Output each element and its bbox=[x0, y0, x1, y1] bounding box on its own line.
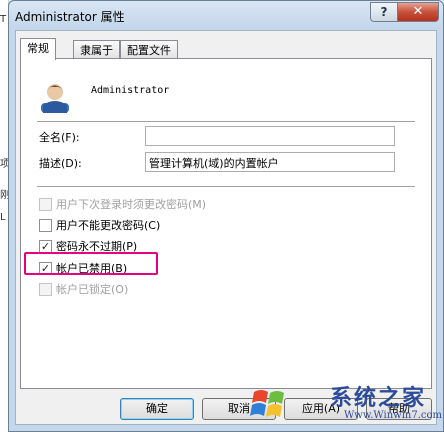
tab-member-of[interactable]: 隶属于 bbox=[73, 40, 120, 58]
general-tab-panel: Administrator 全名(F): 描述(D): 管理计算机(域)的内置帐… bbox=[20, 58, 432, 389]
properties-dialog: Administrator 属性 ? ✕ 常规 隶属于 配置文件 Adminis… bbox=[8, 0, 444, 432]
divider bbox=[37, 121, 415, 123]
checkbox-label: 帐户已锁定(O) bbox=[56, 283, 129, 296]
fullname-input[interactable] bbox=[145, 126, 395, 146]
background-text: T bbox=[0, 14, 7, 25]
checkbox-label: 用户下次登录时须更改密码(M) bbox=[56, 198, 207, 211]
tab-profile[interactable]: 配置文件 bbox=[120, 40, 178, 58]
tab-general[interactable]: 常规 bbox=[20, 38, 56, 60]
windows-logo-icon bbox=[250, 390, 284, 417]
watermark-url: Www.Winwin7.com bbox=[344, 410, 442, 421]
description-label: 描述(D): bbox=[39, 157, 82, 170]
title-bar[interactable]: Administrator 属性 ? ✕ bbox=[9, 1, 443, 29]
checkbox-label: 用户不能更改密码(C) bbox=[56, 219, 161, 232]
must-change-password-checkbox[interactable]: 用户下次登录时须更改密码(M) bbox=[39, 196, 206, 212]
ok-button[interactable]: 确定 bbox=[120, 398, 194, 420]
checkbox-box[interactable] bbox=[39, 282, 52, 296]
watermark-text: 系统之家 bbox=[330, 385, 427, 411]
close-button[interactable]: ✕ bbox=[397, 2, 439, 22]
checkbox-box[interactable]: ✓ bbox=[39, 239, 52, 253]
highlight-box bbox=[24, 252, 158, 275]
dialog-client-area: 常规 隶属于 配置文件 Administrator 全名(F): 描述(D): … bbox=[15, 30, 437, 425]
background-text: L bbox=[0, 212, 6, 223]
divider bbox=[37, 186, 415, 188]
cannot-change-password-checkbox[interactable]: 用户不能更改密码(C) bbox=[39, 217, 160, 233]
description-input[interactable]: 管理计算机(域)的内置帐户 bbox=[145, 152, 395, 172]
user-icon bbox=[41, 84, 69, 113]
checkbox-box[interactable] bbox=[39, 218, 52, 232]
account-locked-checkbox[interactable]: 帐户已锁定(O) bbox=[39, 281, 128, 297]
user-name: Administrator bbox=[91, 85, 170, 96]
window-title: Administrator 属性 bbox=[15, 10, 125, 24]
help-title-button[interactable]: ? bbox=[370, 2, 398, 22]
checkbox-box[interactable] bbox=[39, 197, 52, 211]
watermark: 系统之家 Www.Winwin7.com bbox=[244, 378, 444, 432]
fullname-label: 全名(F): bbox=[39, 131, 80, 144]
